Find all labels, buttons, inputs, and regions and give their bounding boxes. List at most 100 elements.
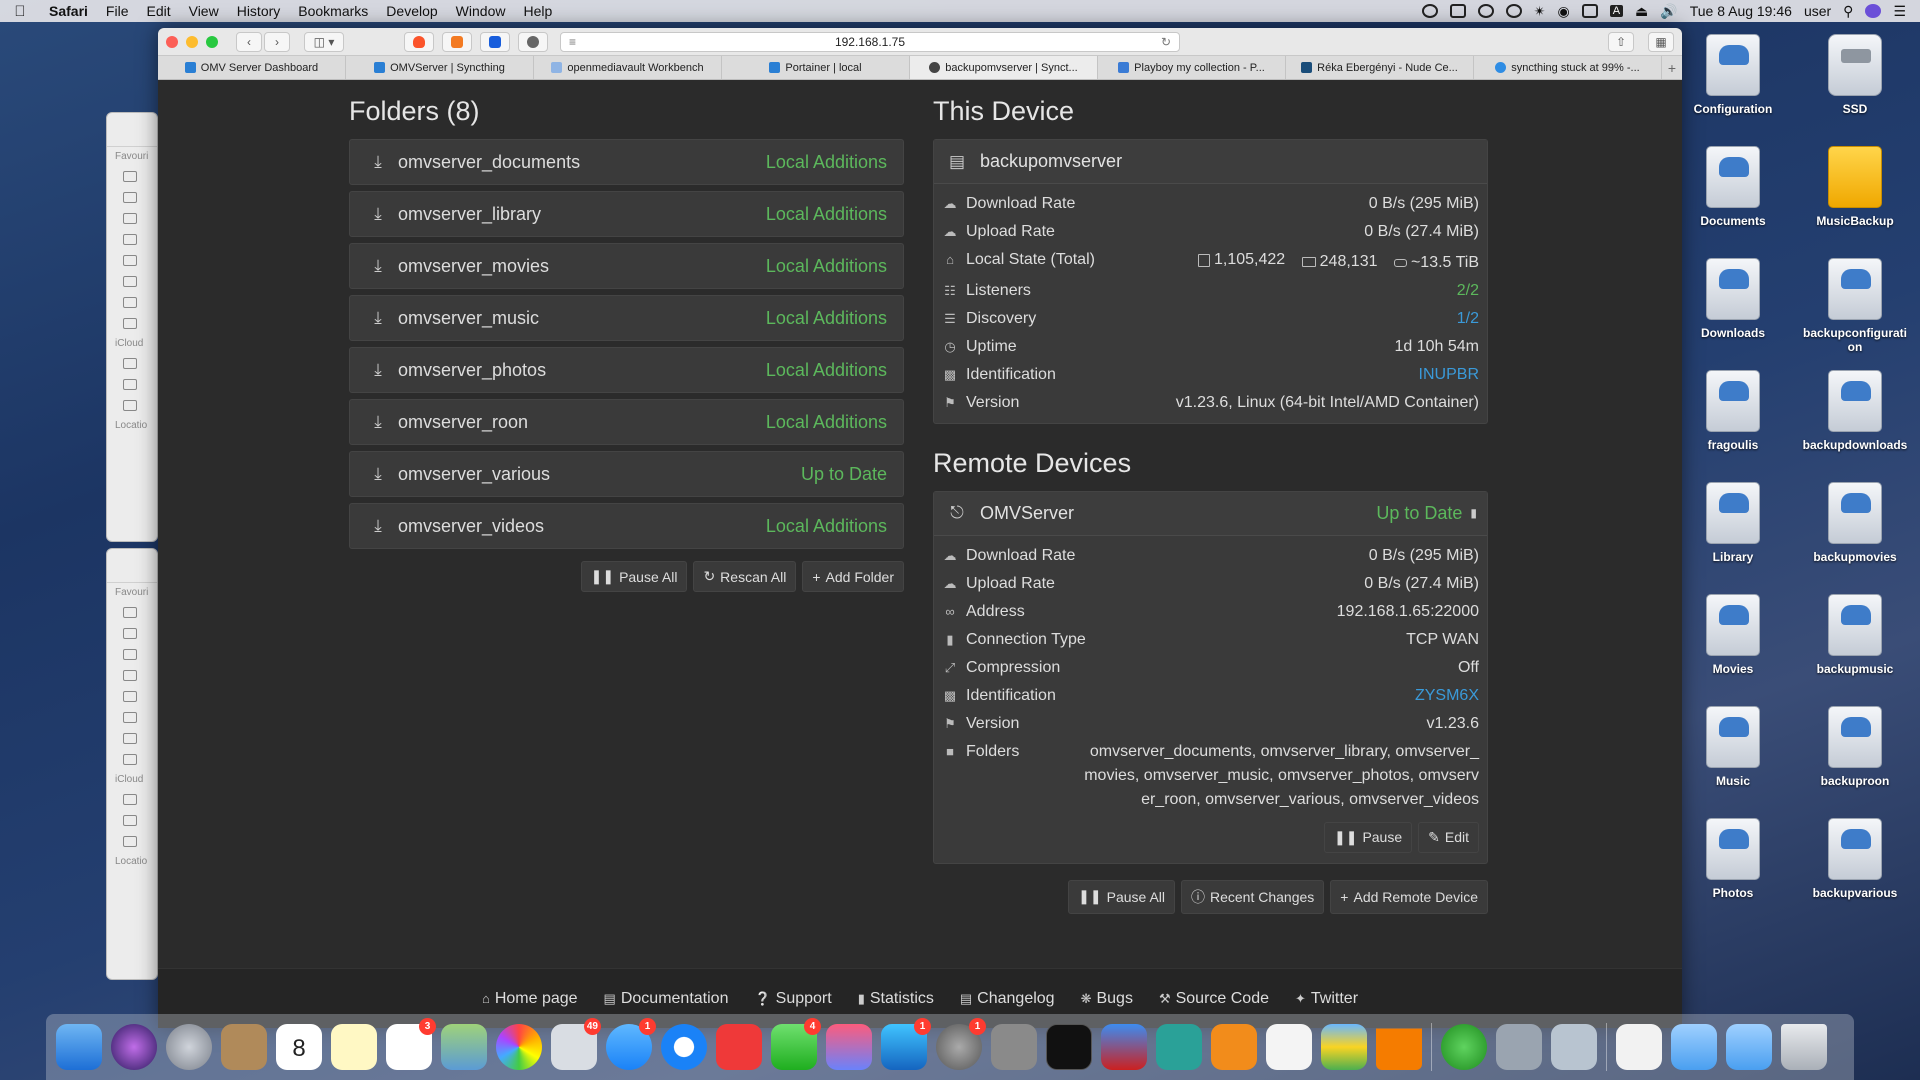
- finder-window-1[interactable]: Favouri iCloud Locatio: [106, 112, 158, 542]
- menu-app[interactable]: Safari: [40, 3, 97, 19]
- clock[interactable]: Tue 8 Aug 19:46: [1690, 3, 1792, 19]
- mail-icon[interactable]: 49: [551, 1018, 601, 1070]
- reminders-icon[interactable]: 3: [386, 1018, 436, 1070]
- footer-link-source-code[interactable]: ⚒ Source Code: [1159, 990, 1269, 1008]
- desktop-icon-library[interactable]: Library: [1678, 482, 1788, 564]
- rescan-all-button[interactable]: ↻ Rescan All: [693, 561, 797, 592]
- system-preferences-icon[interactable]: 1: [936, 1018, 986, 1070]
- recent-changes-button[interactable]: ⓘ Recent Changes: [1181, 879, 1325, 914]
- folder-row[interactable]: ⤓ omvserver_various Up to Date: [349, 451, 904, 497]
- music-icon[interactable]: [826, 1024, 872, 1070]
- listeners-value[interactable]: 2/2: [1457, 277, 1479, 305]
- pause-device-button[interactable]: ❚❚ Pause: [1323, 821, 1413, 853]
- folder-row[interactable]: ⤓ omvserver_library Local Additions: [349, 191, 904, 237]
- messages-icon[interactable]: 1: [606, 1018, 656, 1070]
- siri-icon[interactable]: [1865, 4, 1882, 18]
- siri-icon[interactable]: [111, 1024, 157, 1070]
- folder-row[interactable]: ⤓ omvserver_music Local Additions: [349, 295, 904, 341]
- footer-link-changelog[interactable]: ▤ Changelog: [960, 990, 1055, 1008]
- time-machine-icon[interactable]: [1505, 4, 1522, 18]
- folder-row[interactable]: ⤓ omvserver_roon Local Additions: [349, 399, 904, 445]
- bitwarden-icon[interactable]: [480, 31, 510, 52]
- archive-icon[interactable]: [1616, 1024, 1662, 1070]
- desktop-icon-backupmovies[interactable]: backupmovies: [1800, 482, 1910, 564]
- back-button[interactable]: ‹: [236, 31, 262, 52]
- maps-icon[interactable]: [441, 1024, 487, 1070]
- desktop-icon-configuration[interactable]: Configuration: [1678, 34, 1788, 116]
- footer-link-support[interactable]: ❔ Support: [754, 990, 831, 1008]
- app-store-icon[interactable]: 1: [881, 1018, 931, 1070]
- desktop-icon-photos[interactable]: Photos: [1678, 818, 1788, 900]
- input-source-icon[interactable]: A: [1609, 5, 1624, 17]
- footer-link-documentation[interactable]: ▤ Documentation: [604, 990, 729, 1008]
- tab[interactable]: syncthing stuck at 99% -...: [1474, 56, 1662, 79]
- vlc-icon[interactable]: [1376, 1024, 1422, 1070]
- menu-help[interactable]: Help: [514, 3, 561, 19]
- device-id-link[interactable]: INUPBR: [1419, 361, 1479, 389]
- preview-icon[interactable]: [1551, 1024, 1597, 1070]
- reader-icon[interactable]: ≡: [569, 35, 576, 49]
- tab[interactable]: Portainer | local: [722, 56, 910, 79]
- facetime-icon[interactable]: 4: [771, 1018, 821, 1070]
- footer-link-twitter[interactable]: ✦ Twitter: [1295, 990, 1358, 1008]
- desktop-icon-downloads[interactable]: Downloads: [1678, 258, 1788, 340]
- menu-window[interactable]: Window: [447, 3, 515, 19]
- desktop-icon-documents[interactable]: Documents: [1678, 146, 1788, 228]
- zoom-window-button[interactable]: [206, 35, 218, 48]
- desktop-icon-backuproon[interactable]: backuproon: [1800, 706, 1910, 788]
- minimize-window-button[interactable]: [186, 35, 198, 48]
- tab[interactable]: openmediavault Workbench: [534, 56, 722, 79]
- desktop-icon-fragoulis[interactable]: fragoulis: [1678, 370, 1788, 452]
- safari-icon[interactable]: [661, 1024, 707, 1070]
- sidebar-toggle-icon[interactable]: ◫ ▾: [304, 31, 344, 52]
- parallels-icon[interactable]: [1101, 1024, 1147, 1070]
- photos-icon[interactable]: [496, 1024, 542, 1070]
- tab-overview-icon[interactable]: ▦: [1648, 31, 1674, 52]
- url-text[interactable]: 192.168.1.75: [835, 35, 905, 49]
- desktop-icon-backupvarious[interactable]: backupvarious: [1800, 818, 1910, 900]
- pause-all-devices-button[interactable]: ❚❚ Pause All: [1068, 879, 1175, 914]
- menu-bookmarks[interactable]: Bookmarks: [289, 3, 377, 19]
- activity-monitor-icon[interactable]: [1156, 1024, 1202, 1070]
- share-icon[interactable]: ⇧: [1608, 31, 1634, 52]
- books-icon[interactable]: [1211, 1024, 1257, 1070]
- menu-history[interactable]: History: [228, 3, 290, 19]
- pause-all-folders-button[interactable]: ❚❚ Pause All: [580, 561, 688, 592]
- spotlight-icon[interactable]: ⚲: [1843, 3, 1853, 20]
- remote-device-header[interactable]: ⎋ OMVServer Up to Date ▮: [934, 491, 1487, 536]
- desktop-icon-backupconfiguration[interactable]: backupconfiguration: [1800, 258, 1910, 354]
- edit-device-button[interactable]: ✎ Edit: [1418, 821, 1479, 853]
- calendar-icon[interactable]: 8: [276, 1024, 322, 1070]
- menu-edit[interactable]: Edit: [137, 3, 179, 19]
- footer-link-home[interactable]: ⌂ Home page: [482, 990, 578, 1008]
- folder-row[interactable]: ⤓ omvserver_movies Local Additions: [349, 243, 904, 289]
- tab[interactable]: OMV Server Dashboard: [158, 56, 346, 79]
- status-vpn-icon[interactable]: [1477, 4, 1494, 18]
- menu-view[interactable]: View: [180, 3, 228, 19]
- tab[interactable]: OMVServer | Syncthing: [346, 56, 534, 79]
- close-window-button[interactable]: [166, 35, 178, 48]
- display-icon[interactable]: [1581, 4, 1598, 18]
- this-device-header[interactable]: ▤ backupomvserver: [934, 140, 1487, 184]
- footer-link-bugs[interactable]: ❋ Bugs: [1081, 990, 1133, 1008]
- user-menu[interactable]: user: [1804, 3, 1831, 19]
- notification-center-icon[interactable]: ☰: [1893, 3, 1906, 20]
- menu-file[interactable]: File: [97, 3, 138, 19]
- footer-link-statistics[interactable]: ▮ Statistics: [858, 990, 934, 1008]
- add-folder-button[interactable]: + Add Folder: [802, 561, 904, 592]
- address-bar[interactable]: ≡ 192.168.1.75 ↻: [560, 31, 1180, 52]
- brave-shield-icon[interactable]: [404, 31, 434, 52]
- bluetooth-icon[interactable]: ✴: [1534, 3, 1546, 20]
- launchpad-icon[interactable]: [166, 1024, 212, 1070]
- sync-icon[interactable]: [1441, 1024, 1487, 1070]
- apple-icon[interactable]: : [0, 3, 40, 20]
- forward-button[interactable]: ›: [264, 31, 290, 52]
- applications-folder-icon[interactable]: [1671, 1024, 1717, 1070]
- tab[interactable]: Playboy my collection - P...: [1098, 56, 1286, 79]
- status-drive-icon[interactable]: [1449, 4, 1466, 18]
- extension-shield-icon[interactable]: [442, 31, 472, 52]
- desktop-icon-musicbackup[interactable]: MusicBackup: [1800, 146, 1910, 228]
- desktop-icon-backupdownloads[interactable]: backupdownloads: [1800, 370, 1910, 452]
- contacts-icon[interactable]: [221, 1024, 267, 1070]
- script-editor-icon[interactable]: [991, 1024, 1037, 1070]
